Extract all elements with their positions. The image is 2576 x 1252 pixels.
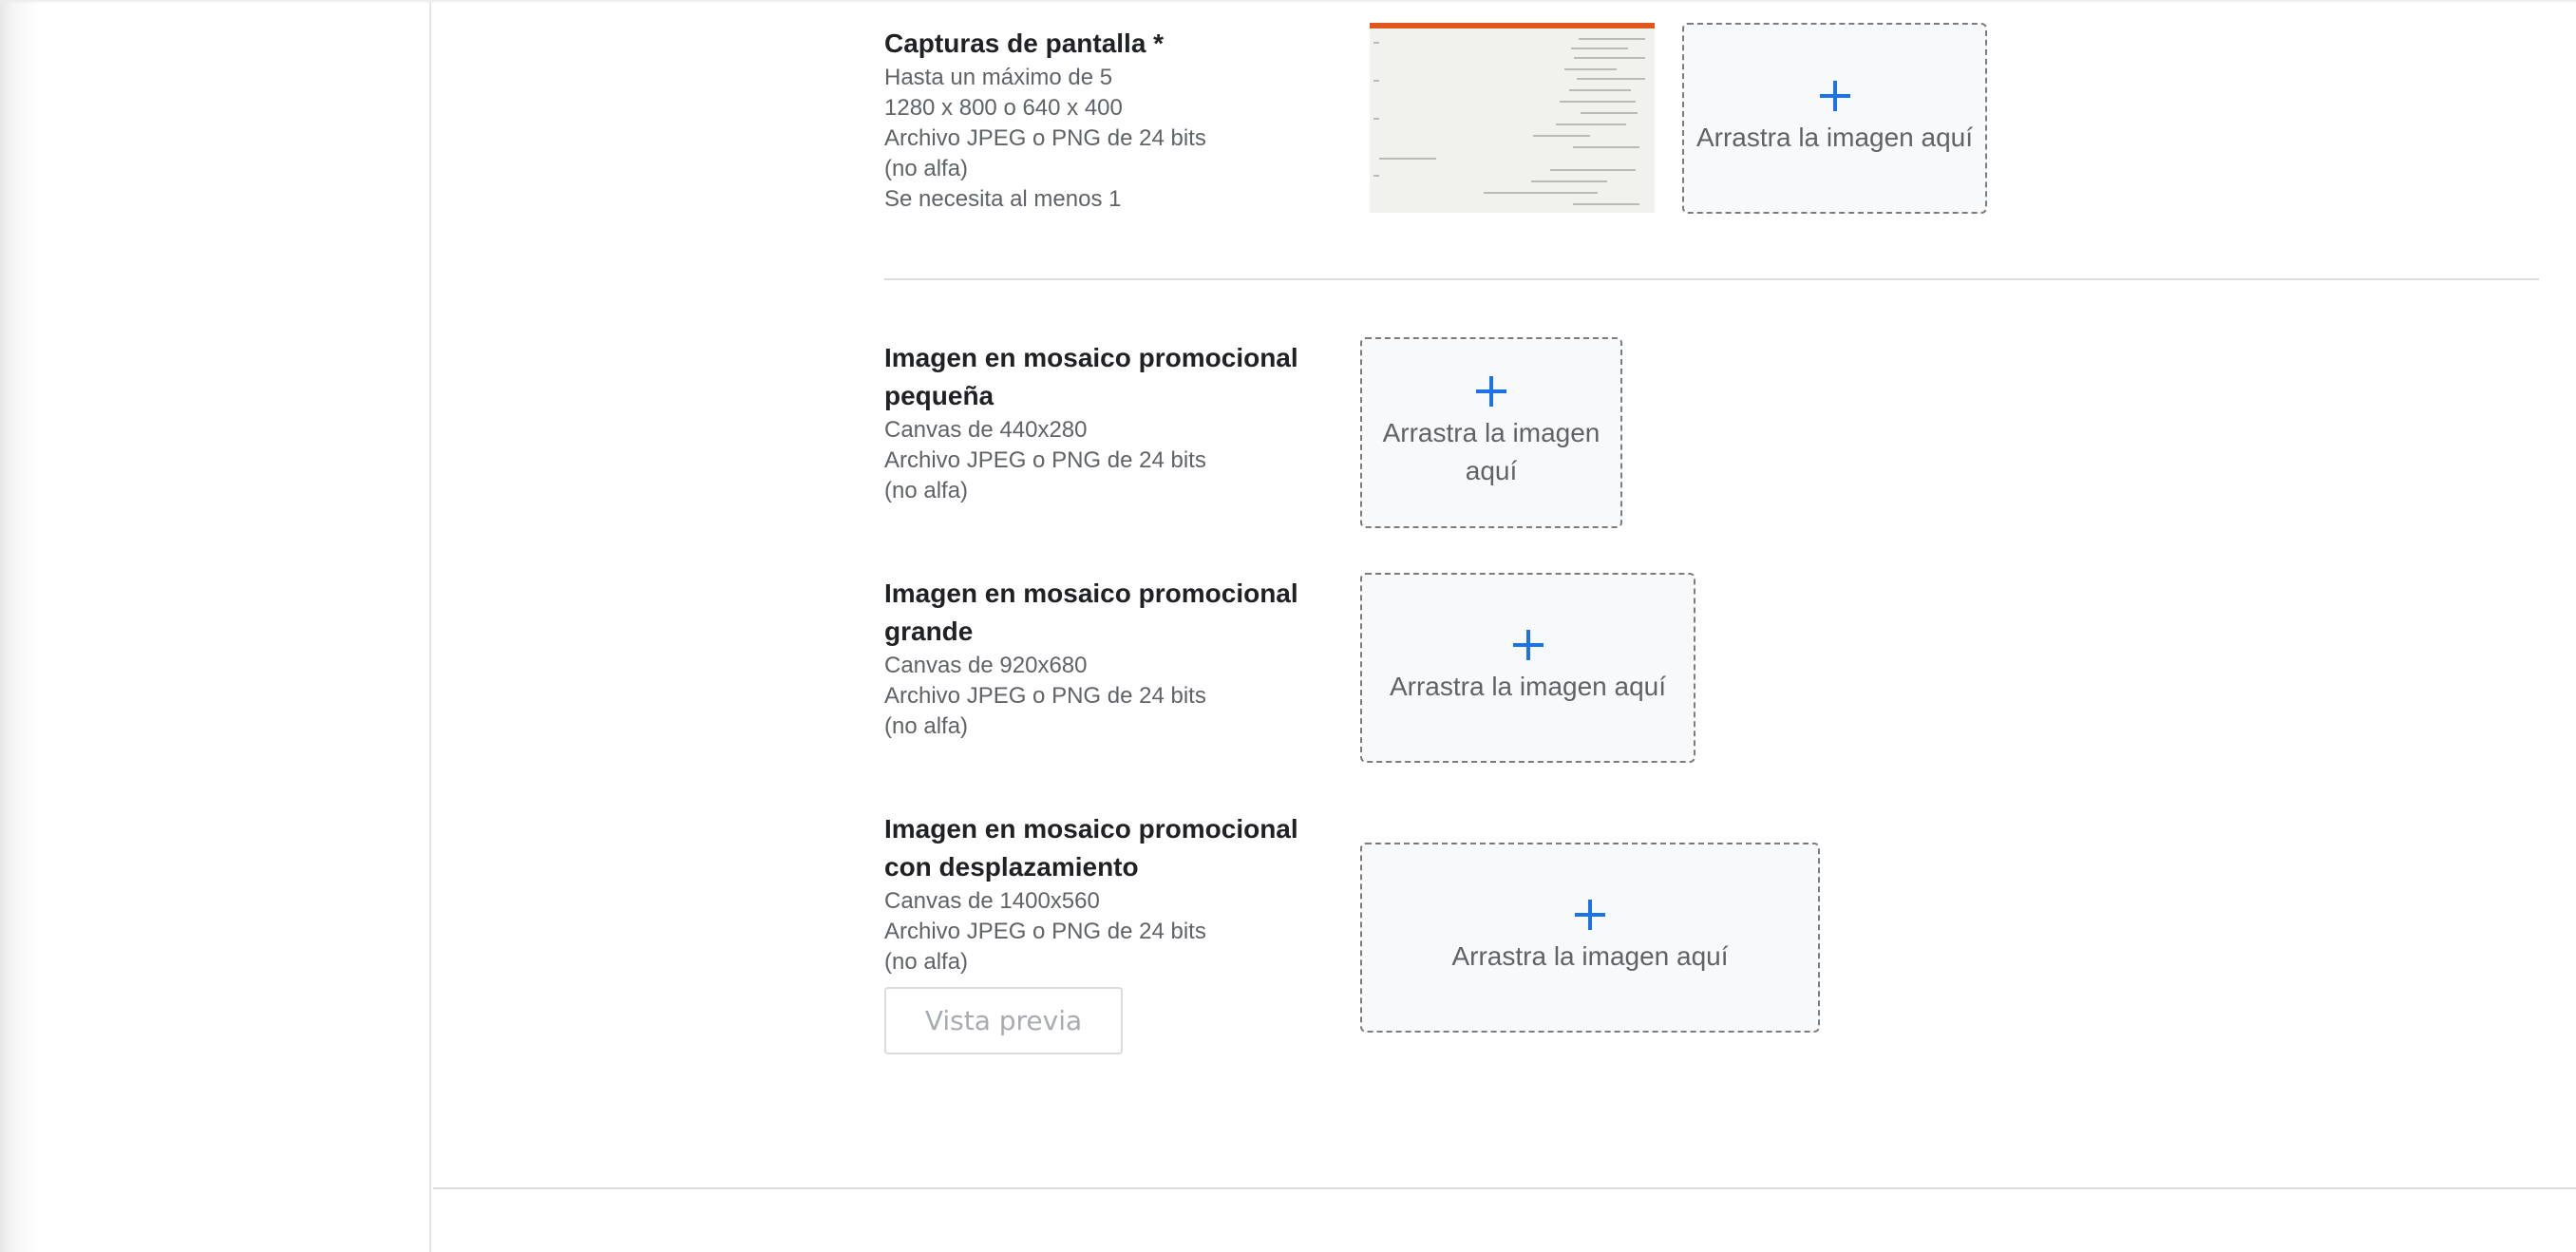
plus-icon bbox=[1476, 375, 1506, 407]
screenshots-title: Capturas de pantalla * bbox=[884, 28, 1165, 58]
marquee-tile-dropzone[interactable]: Arrastra la imagen aquí bbox=[1360, 843, 1820, 1033]
plus-icon bbox=[1575, 900, 1605, 930]
screenshots-desc-format: Archivo JPEG o PNG de 24 bits bbox=[884, 125, 1206, 151]
preview-button[interactable]: Vista previa bbox=[884, 987, 1123, 1054]
left-sidebar bbox=[0, 0, 431, 1252]
small-tile-desc-format: Archivo JPEG o PNG de 24 bits bbox=[884, 447, 1206, 473]
dropzone-label: Arrastra la imagen aquí bbox=[1389, 672, 1667, 701]
marquee-tile-section: Imagen en mosaico promocional con despla… bbox=[884, 810, 1350, 977]
dropzone-label: Arrastra la imagen aquí bbox=[1382, 417, 1601, 485]
small-tile-desc-canvas: Canvas de 440x280 bbox=[884, 417, 1088, 443]
large-tile-desc-canvas: Canvas de 920x680 bbox=[884, 653, 1088, 678]
large-tile-desc-alpha: (no alfa) bbox=[884, 713, 969, 739]
marquee-tile-desc-canvas: Canvas de 1400x560 bbox=[884, 888, 1100, 914]
screenshots-section: Capturas de pantalla * Hasta un máximo d… bbox=[884, 25, 1283, 215]
small-tile-section: Imagen en mosaico promocional pequeña Ca… bbox=[884, 339, 1331, 506]
screenshots-dropzone[interactable]: Arrastra la imagen aquí bbox=[1682, 23, 1987, 214]
large-tile-dropzone[interactable]: Arrastra la imagen aquí bbox=[1360, 573, 1695, 763]
dropzone-label: Arrastra la imagen aquí bbox=[1695, 122, 1974, 152]
small-tile-dropzone[interactable]: Arrastra la imagen aquí bbox=[1360, 337, 1622, 528]
small-tile-title: Imagen en mosaico promocional pequeña bbox=[884, 343, 1298, 410]
screenshot-thumbnail[interactable] bbox=[1370, 23, 1655, 213]
thumbnail-header-bar bbox=[1370, 23, 1655, 28]
screenshots-desc-max: Hasta un máximo de 5 bbox=[884, 65, 1113, 90]
plus-icon bbox=[1819, 80, 1850, 111]
large-tile-title: Imagen en mosaico promocional grande bbox=[884, 579, 1298, 646]
footer-divider bbox=[433, 1187, 2576, 1189]
section-divider bbox=[884, 278, 2539, 280]
small-tile-desc-alpha: (no alfa) bbox=[884, 478, 969, 503]
screenshots-desc-size: 1280 x 800 o 640 x 400 bbox=[884, 95, 1123, 121]
dropzone-label: Arrastra la imagen aquí bbox=[1451, 941, 1729, 971]
large-tile-section: Imagen en mosaico promocional grande Can… bbox=[884, 575, 1331, 742]
screenshots-desc-alpha: (no alfa) bbox=[884, 156, 969, 181]
large-tile-desc-format: Archivo JPEG o PNG de 24 bits bbox=[884, 683, 1206, 709]
marquee-tile-title: Imagen en mosaico promocional con despla… bbox=[884, 814, 1298, 882]
screenshots-desc-required: Se necesita al menos 1 bbox=[884, 186, 1122, 212]
marquee-tile-desc-format: Archivo JPEG o PNG de 24 bits bbox=[884, 919, 1206, 944]
marquee-tile-desc-alpha: (no alfa) bbox=[884, 949, 969, 975]
plus-icon bbox=[1512, 630, 1544, 660]
